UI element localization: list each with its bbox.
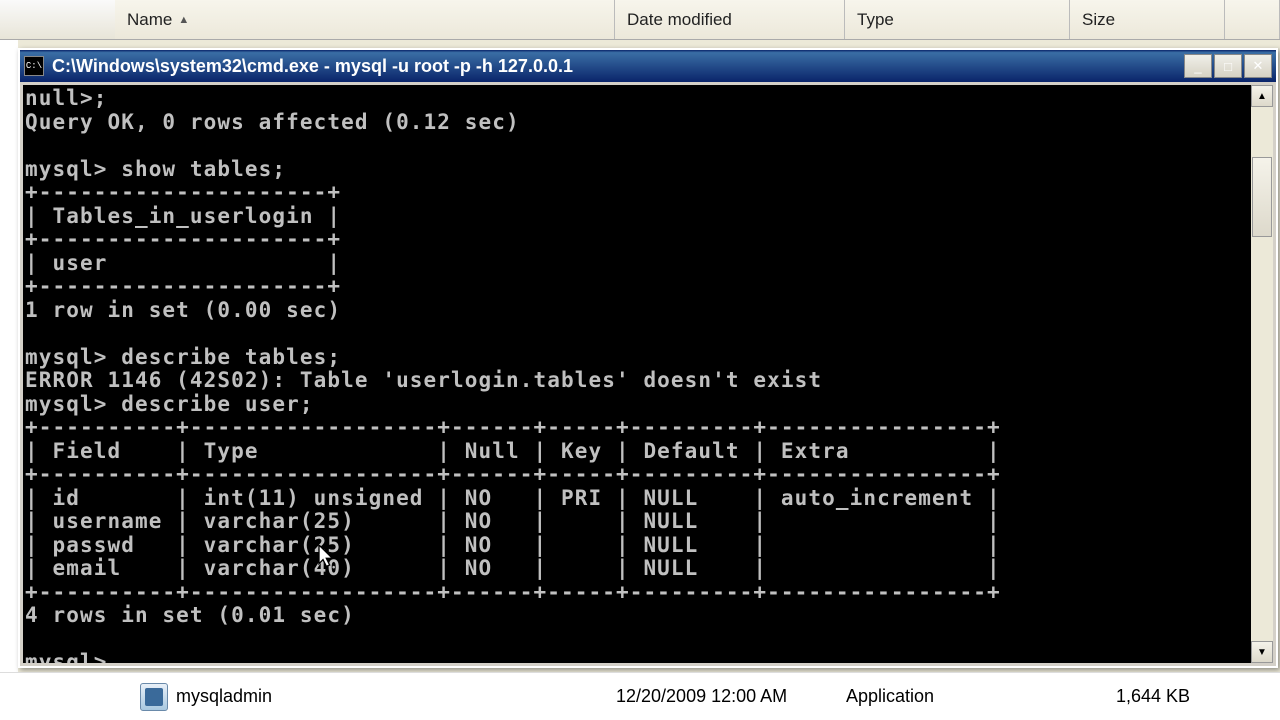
column-header-type[interactable]: Type	[845, 0, 1070, 39]
file-size: 1,644 KB	[1116, 686, 1190, 707]
column-header-end	[1225, 0, 1280, 39]
scrollbar: ▲ ▼	[1251, 85, 1273, 663]
column-header-name[interactable]: Name ▲	[115, 0, 615, 39]
column-header-date[interactable]: Date modified	[615, 0, 845, 39]
explorer-column-header: Name ▲ Date modified Type Size	[0, 0, 1280, 40]
scroll-thumb[interactable]	[1252, 157, 1272, 237]
window-controls: _ □ ✕	[1184, 54, 1272, 78]
minimize-button[interactable]: _	[1184, 54, 1212, 78]
file-name: mysqladmin	[176, 686, 616, 707]
close-button[interactable]: ✕	[1244, 54, 1272, 78]
scroll-up-icon: ▲	[1257, 91, 1267, 102]
file-type: Application	[846, 686, 1116, 707]
titlebar-text: C:\Windows\system32\cmd.exe - mysql -u r…	[52, 56, 1184, 77]
scroll-track[interactable]	[1251, 107, 1273, 641]
cmd-window: C:\ C:\Windows\system32\cmd.exe - mysql …	[18, 48, 1278, 668]
maximize-button[interactable]: □	[1214, 54, 1242, 78]
file-row[interactable]: mysqladmin 12/20/2009 12:00 AM Applicati…	[0, 672, 1280, 720]
col-name-label: Name	[127, 10, 172, 30]
scroll-down-icon: ▼	[1257, 647, 1267, 658]
column-header-size[interactable]: Size	[1070, 0, 1225, 39]
scroll-down-button[interactable]: ▼	[1251, 641, 1273, 663]
terminal-body[interactable]: null>; Query OK, 0 rows affected (0.12 s…	[23, 85, 1273, 663]
cmd-icon-text: C:\	[26, 61, 42, 71]
file-date: 12/20/2009 12:00 AM	[616, 686, 846, 707]
col-type-label: Type	[857, 10, 894, 30]
close-icon: ✕	[1253, 58, 1264, 74]
col-size-label: Size	[1082, 10, 1115, 30]
scroll-up-button[interactable]: ▲	[1251, 85, 1273, 107]
minimize-icon: _	[1194, 59, 1201, 74]
terminal-content: null>; Query OK, 0 rows affected (0.12 s…	[23, 85, 1273, 663]
titlebar[interactable]: C:\ C:\Windows\system32\cmd.exe - mysql …	[20, 50, 1276, 82]
maximize-icon: □	[1224, 59, 1232, 74]
col-date-label: Date modified	[627, 10, 732, 30]
application-icon	[140, 683, 168, 711]
explorer-left-sliver	[0, 40, 18, 672]
cmd-icon: C:\	[24, 56, 44, 76]
sort-ascending-icon: ▲	[178, 14, 189, 26]
